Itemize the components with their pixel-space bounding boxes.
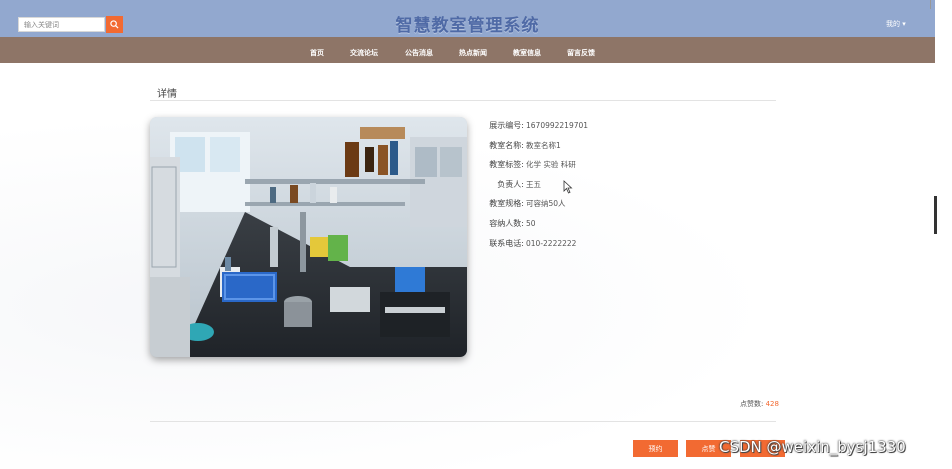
field-value: 化学 实验 科研 [526, 160, 576, 169]
nav-item-classroom-info[interactable]: 教室信息 [513, 48, 541, 58]
main-nav: 首页 交流论坛 公告消息 热点新闻 教室信息 留言反馈 [0, 37, 935, 63]
field-label: 教室名称: [489, 141, 524, 150]
field-phone: 联系电话: 010-2222222 [481, 238, 576, 249]
section-title: 详情 [157, 89, 177, 100]
field-label: 教室标签: [489, 160, 524, 169]
scrollbar-track[interactable] [935, 0, 952, 469]
divider [150, 100, 776, 101]
likes-count: 点赞数: 428 [740, 399, 779, 409]
page-background [0, 63, 935, 469]
field-classroom-spec: 教室规格: 可容纳50人 [481, 198, 566, 209]
field-label: 教室规格: [489, 199, 524, 208]
field-value: 1670992219701 [526, 121, 589, 130]
site-title: 智慧教室管理系统 [395, 16, 540, 36]
field-label: 展示编号: [489, 121, 524, 130]
watermark: CSDN @weixin_bysj1330 [719, 438, 906, 456]
mouse-cursor-icon [563, 180, 573, 194]
nav-item-news[interactable]: 热点新闻 [459, 48, 487, 58]
nav-item-forum[interactable]: 交流论坛 [350, 48, 378, 58]
field-value: 教室名称1 [526, 141, 561, 150]
field-classroom-tags: 教室标签: 化学 实验 科研 [481, 159, 576, 170]
book-button[interactable]: 预约 [633, 440, 678, 457]
likes-number: 428 [765, 400, 779, 408]
top-header: 输入关键词 智慧教室管理系统 我的 ▾ [0, 0, 935, 37]
field-display-id: 展示编号: 1670992219701 [481, 120, 588, 131]
field-capacity: 容纳人数: 50 [481, 218, 536, 229]
field-value: 可容纳50人 [526, 199, 566, 208]
field-classroom-name: 教室名称: 教室名称1 [481, 140, 561, 151]
scrollbar-thumb[interactable] [934, 196, 937, 234]
field-label: 容纳人数: [489, 219, 524, 228]
divider [930, 0, 931, 9]
user-menu[interactable]: 我的 ▾ [886, 19, 906, 29]
field-value: 010-2222222 [526, 239, 577, 248]
likes-label: 点赞数: [740, 400, 764, 408]
field-person-in-charge: 负责人: 王五 [481, 179, 541, 190]
nav-item-home[interactable]: 首页 [310, 48, 324, 58]
classroom-photo [150, 117, 467, 357]
field-label: 联系电话: [489, 239, 524, 248]
nav-item-notices[interactable]: 公告消息 [405, 48, 433, 58]
field-value: 王五 [526, 180, 541, 189]
lab-image [150, 117, 467, 357]
divider [150, 421, 776, 422]
nav-item-feedback[interactable]: 留言反馈 [567, 48, 595, 58]
field-label: 负责人: [497, 180, 524, 189]
field-value: 50 [526, 219, 536, 228]
